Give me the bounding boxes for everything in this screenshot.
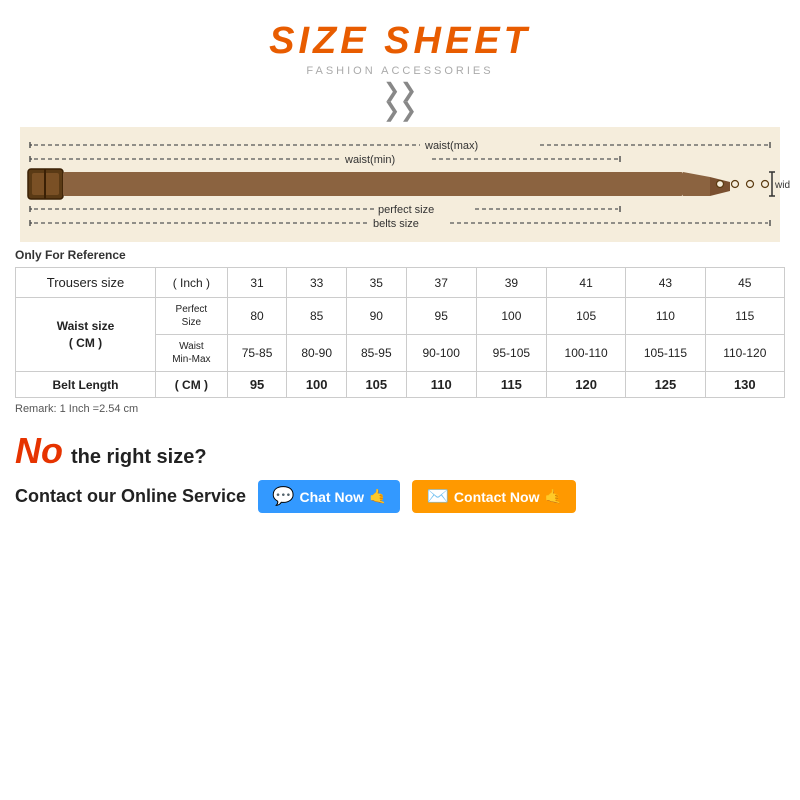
size-table: Trousers size ( Inch ) 31 33 35 37 39 41… — [15, 267, 785, 398]
wr-95-105: 95-105 — [476, 335, 546, 372]
col-37: 37 — [406, 268, 476, 298]
waist-size-label: Waist size( CM ) — [16, 298, 156, 372]
col-43: 43 — [626, 268, 705, 298]
chevrons-icon: ❯❯❯❯ — [10, 81, 790, 121]
no-text: No — [15, 430, 63, 472]
belt-length-label: Belt Length — [16, 372, 156, 398]
contact-label: Contact our Online Service — [15, 486, 246, 507]
ps-95: 95 — [406, 298, 476, 335]
svg-text:width: width — [774, 180, 790, 191]
perfect-size-sublabel: PerfectSize — [156, 298, 228, 335]
only-ref-label: Only For Reference — [15, 248, 785, 262]
ps-100: 100 — [476, 298, 546, 335]
ps-105: 105 — [546, 298, 625, 335]
no-size-title: No the right size? — [15, 430, 785, 472]
bl-110: 110 — [406, 372, 476, 398]
wr-100-110: 100-110 — [546, 335, 625, 372]
page-title: SIZE SHEET — [10, 20, 790, 63]
col-33: 33 — [287, 268, 347, 298]
belt-length-unit: ( CM ) — [156, 372, 228, 398]
contact-row: Contact our Online Service 💬 Chat Now 🤙 … — [15, 480, 785, 513]
chat-btn-label: Chat Now — [299, 489, 364, 505]
svg-text:waist(max): waist(max) — [424, 140, 478, 152]
bl-125: 125 — [626, 372, 705, 398]
ps-85: 85 — [287, 298, 347, 335]
bl-105: 105 — [346, 372, 406, 398]
no-size-section: No the right size? Contact our Online Se… — [15, 430, 785, 513]
wr-80-90: 80-90 — [287, 335, 347, 372]
ps-115: 115 — [705, 298, 784, 335]
perfect-size-row: Waist size( CM ) PerfectSize 80 85 90 95… — [16, 298, 785, 335]
wr-105-115: 105-115 — [626, 335, 705, 372]
bl-115: 115 — [476, 372, 546, 398]
header: SIZE SHEET FASHION ACCESSORIES ❯❯❯❯ — [10, 20, 790, 121]
remark-text: Remark: 1 Inch =2.54 cm — [15, 403, 785, 415]
ps-110: 110 — [626, 298, 705, 335]
contact-btn-label: Contact Now — [454, 489, 540, 505]
bl-100: 100 — [287, 372, 347, 398]
trousers-size-header: Trousers size — [16, 268, 156, 298]
waist-min-max-sublabel: WaistMin-Max — [156, 335, 228, 372]
svg-text:belts size: belts size — [373, 218, 419, 230]
wr-75-85: 75-85 — [227, 335, 287, 372]
right-size-text: the right size? — [71, 446, 207, 469]
hand-icon-chat: 🤙 — [369, 488, 386, 505]
belt-length-row: Belt Length ( CM ) 95 100 105 110 115 12… — [16, 372, 785, 398]
bl-130: 130 — [705, 372, 784, 398]
col-41: 41 — [546, 268, 625, 298]
table-header-row: Trousers size ( Inch ) 31 33 35 37 39 41… — [16, 268, 785, 298]
inch-header: ( Inch ) — [156, 268, 228, 298]
wr-110-120: 110-120 — [705, 335, 784, 372]
ps-80: 80 — [227, 298, 287, 335]
bl-120: 120 — [546, 372, 625, 398]
col-45: 45 — [705, 268, 784, 298]
wr-90-100: 90-100 — [406, 335, 476, 372]
ps-90: 90 — [346, 298, 406, 335]
mail-icon: ✉️ — [426, 486, 448, 507]
belt-diagram: waist(max) waist(min) — [10, 127, 790, 242]
page-subtitle: FASHION ACCESSORIES — [10, 65, 790, 77]
chat-now-button[interactable]: 💬 Chat Now 🤙 — [258, 480, 400, 513]
svg-text:waist(min): waist(min) — [344, 154, 395, 166]
col-39: 39 — [476, 268, 546, 298]
contact-now-button[interactable]: ✉️ Contact Now 🤙 — [412, 480, 575, 513]
belt-svg: waist(max) waist(min) — [10, 127, 790, 242]
svg-text:perfect size: perfect size — [378, 204, 434, 216]
bl-95: 95 — [227, 372, 287, 398]
chat-icon: 💬 — [272, 486, 294, 507]
hand-icon-contact: 🤙 — [544, 488, 561, 505]
col-35: 35 — [346, 268, 406, 298]
wr-85-95: 85-95 — [346, 335, 406, 372]
col-31: 31 — [227, 268, 287, 298]
